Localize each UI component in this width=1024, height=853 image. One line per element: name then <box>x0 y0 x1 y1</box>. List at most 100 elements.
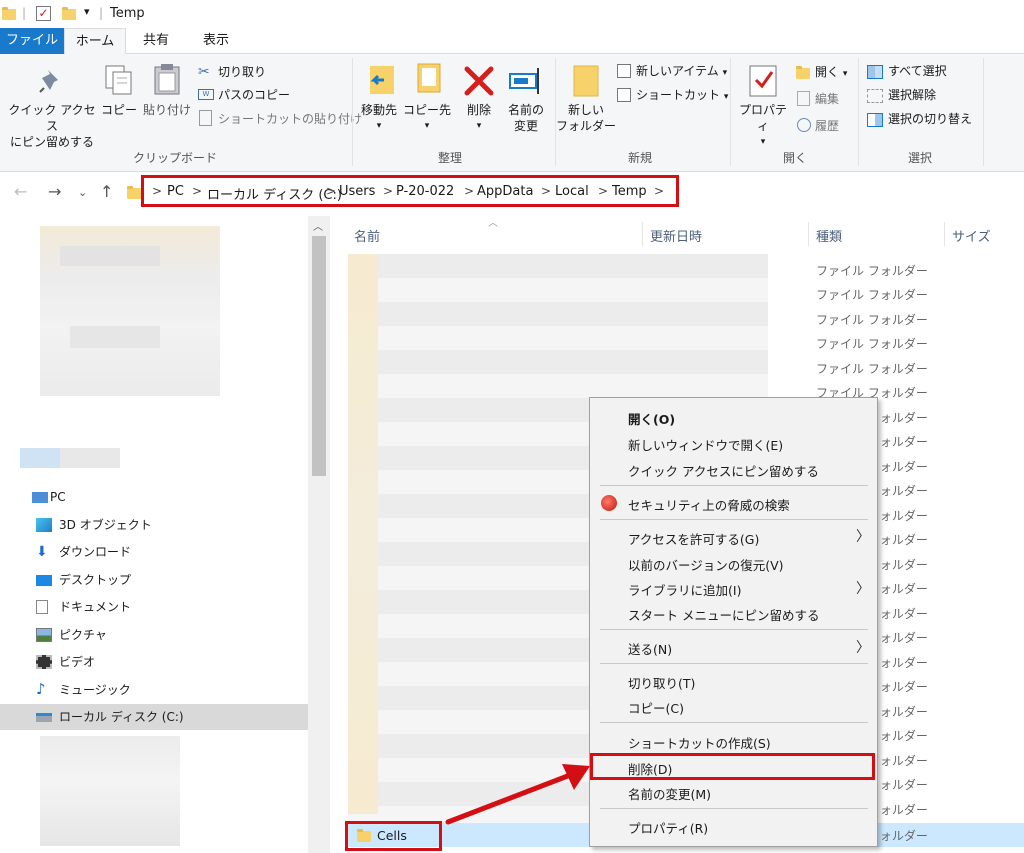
chevron-right-icon: > <box>383 184 394 198</box>
history-button[interactable]: 履歴 <box>815 118 839 134</box>
select-none-button[interactable]: 選択解除 <box>888 87 936 103</box>
scroll-up-icon[interactable]: ︿ <box>313 218 323 233</box>
menu-item-copy[interactable]: コピー(C) <box>628 698 684 717</box>
up-arrow-icon[interactable]: ↑ <box>100 182 113 201</box>
crumb-user[interactable]: P-20-022 <box>396 184 454 199</box>
new-item-icon <box>617 64 631 78</box>
cut-button[interactable]: 切り取り <box>218 64 266 80</box>
column-header-size[interactable]: サイズ <box>952 226 991 245</box>
column-divider[interactable] <box>808 222 809 246</box>
menu-item-open-new-window[interactable]: 新しいウィンドウで開く(E) <box>628 435 783 454</box>
properties-quick-icon[interactable]: ✓ <box>36 6 51 21</box>
select-all-button[interactable]: すべて選択 <box>888 63 947 79</box>
column-header-modified[interactable]: 更新日時 <box>650 226 702 245</box>
chevron-right-icon: 〉 <box>856 529 870 545</box>
forward-arrow-icon[interactable]: → <box>48 182 61 201</box>
customize-toolbar-icon[interactable]: ▾ <box>84 5 90 18</box>
new-item-button[interactable]: 新しいアイテム ▾ <box>636 63 727 81</box>
properties-button[interactable]: プロパティ ▾ <box>734 102 792 150</box>
menu-item-add-to-library[interactable]: ライブラリに追加(I) <box>628 580 741 599</box>
easy-access-button[interactable]: ショートカット ▾ <box>636 87 728 105</box>
chevron-right-icon: > <box>326 184 337 198</box>
menu-item-send-to[interactable]: 送る(N) <box>628 639 672 658</box>
tab-home[interactable]: ホーム <box>64 28 126 55</box>
move-to-button[interactable]: 移動先 ▾ <box>356 102 402 134</box>
copy-to-button[interactable]: コピー先 ▾ <box>402 102 452 134</box>
paste-button[interactable]: 貼り付け <box>140 102 194 118</box>
crumb-pc[interactable]: PC <box>167 184 184 199</box>
pin-quick-access-label-2: にピン留めする <box>9 135 94 149</box>
dropdown-arrow-icon: ▾ <box>376 121 382 131</box>
menu-separator <box>600 519 868 520</box>
copy-button[interactable]: コピー <box>100 102 138 118</box>
row-type: ファイル フォルダー <box>816 337 928 351</box>
chevron-right-icon: > <box>192 184 203 198</box>
nav-scrollbar[interactable]: ︿ <box>308 216 330 853</box>
open-folder-icon <box>796 66 810 79</box>
crumb-local-disk[interactable]: ローカル ディスク (C:) <box>207 184 342 203</box>
group-divider <box>858 58 859 166</box>
tab-file[interactable]: ファイル <box>0 28 64 54</box>
menu-item-pin-quick-access[interactable]: クイック アクセスにピン留めする <box>628 461 819 480</box>
new-folder-quick-icon[interactable] <box>62 7 76 20</box>
back-arrow-icon[interactable]: ← <box>14 182 27 201</box>
column-header-name[interactable]: 名前 <box>354 226 380 245</box>
select-all-icon <box>867 65 883 79</box>
column-header-type[interactable]: 種類 <box>816 226 842 245</box>
menu-item-create-shortcut[interactable]: ショートカットの作成(S) <box>628 733 771 752</box>
menu-separator <box>600 808 868 809</box>
menu-item-restore-versions[interactable]: 以前のバージョンの復元(V) <box>628 555 784 574</box>
nav-item-label: デスクトップ <box>59 573 132 587</box>
menu-item-security-scan[interactable]: セキュリティ上の脅威の検索 <box>628 495 790 514</box>
rename-label: 名前の <box>507 103 544 117</box>
chevron-right-icon: > <box>464 184 475 198</box>
chevron-right-icon: > <box>152 184 163 198</box>
pin-quick-access-label: クイック アクセス <box>8 103 96 133</box>
column-divider[interactable] <box>642 222 643 246</box>
music-note-icon: ♪ <box>36 680 46 698</box>
copy-path-icon: W <box>198 89 214 100</box>
invert-selection-button[interactable]: 選択の切り替え <box>888 111 972 127</box>
menu-item-properties[interactable]: プロパティ(R) <box>628 818 708 837</box>
divider: | <box>99 6 104 20</box>
security-scan-icon <box>601 495 617 511</box>
dropdown-arrow-icon: ▾ <box>723 92 729 102</box>
row-type: ファイル フォルダー <box>816 288 928 302</box>
cube-icon <box>36 518 52 532</box>
menu-item-pin-start[interactable]: スタート メニューにピン留めする <box>628 605 819 624</box>
crumb-users[interactable]: Users <box>339 184 375 199</box>
menu-item-cut[interactable]: 切り取り(T) <box>628 673 695 692</box>
nav-item-label: ミュージック <box>59 683 131 697</box>
window-title: Temp <box>110 6 145 21</box>
scroll-thumb[interactable] <box>312 236 326 476</box>
menu-item-rename[interactable]: 名前の変更(M) <box>628 784 711 803</box>
menu-item-give-access[interactable]: アクセスを許可する(G) <box>628 529 759 548</box>
nav-item-label: 3D オブジェクト <box>59 518 152 532</box>
rename-icon <box>509 68 539 94</box>
delete-button[interactable]: 削除 ▾ <box>458 102 500 134</box>
paste-shortcut-button[interactable]: ショートカットの貼り付け <box>218 111 362 127</box>
crumb-temp[interactable]: Temp <box>612 184 647 199</box>
address-bar[interactable]: > PC > ローカル ディスク (C:) > Users > P-20-022… <box>141 175 679 207</box>
column-divider[interactable] <box>944 222 945 246</box>
crumb-local[interactable]: Local <box>555 184 589 199</box>
new-folder-button[interactable]: 新しい フォルダー <box>556 102 616 134</box>
tab-share[interactable]: 共有 <box>132 28 180 54</box>
copy-to-label: コピー先 <box>402 103 451 117</box>
properties-icon <box>749 65 777 97</box>
chevron-right-icon: > <box>541 184 552 198</box>
sort-indicator-icon: ︿ <box>488 218 498 229</box>
menu-item-open[interactable]: 開く(O) <box>628 409 675 428</box>
pc-icon <box>32 492 48 503</box>
pin-quick-access-button[interactable]: クイック アクセス にピン留めする <box>4 102 100 150</box>
crumb-appdata[interactable]: AppData <box>477 184 533 199</box>
recent-locations-icon[interactable]: ⌄ <box>78 186 87 199</box>
edit-icon <box>797 91 810 106</box>
edit-button[interactable]: 編集 <box>815 91 839 107</box>
select-group-label: 選択 <box>907 151 932 165</box>
selected-file-name[interactable]: Cells <box>377 828 407 843</box>
open-button[interactable]: 開く ▾ <box>815 64 847 82</box>
tab-view[interactable]: 表示 <box>190 28 242 54</box>
copy-path-button[interactable]: パスのコピー <box>218 87 290 103</box>
rename-button[interactable]: 名前の 変更 <box>502 102 550 134</box>
